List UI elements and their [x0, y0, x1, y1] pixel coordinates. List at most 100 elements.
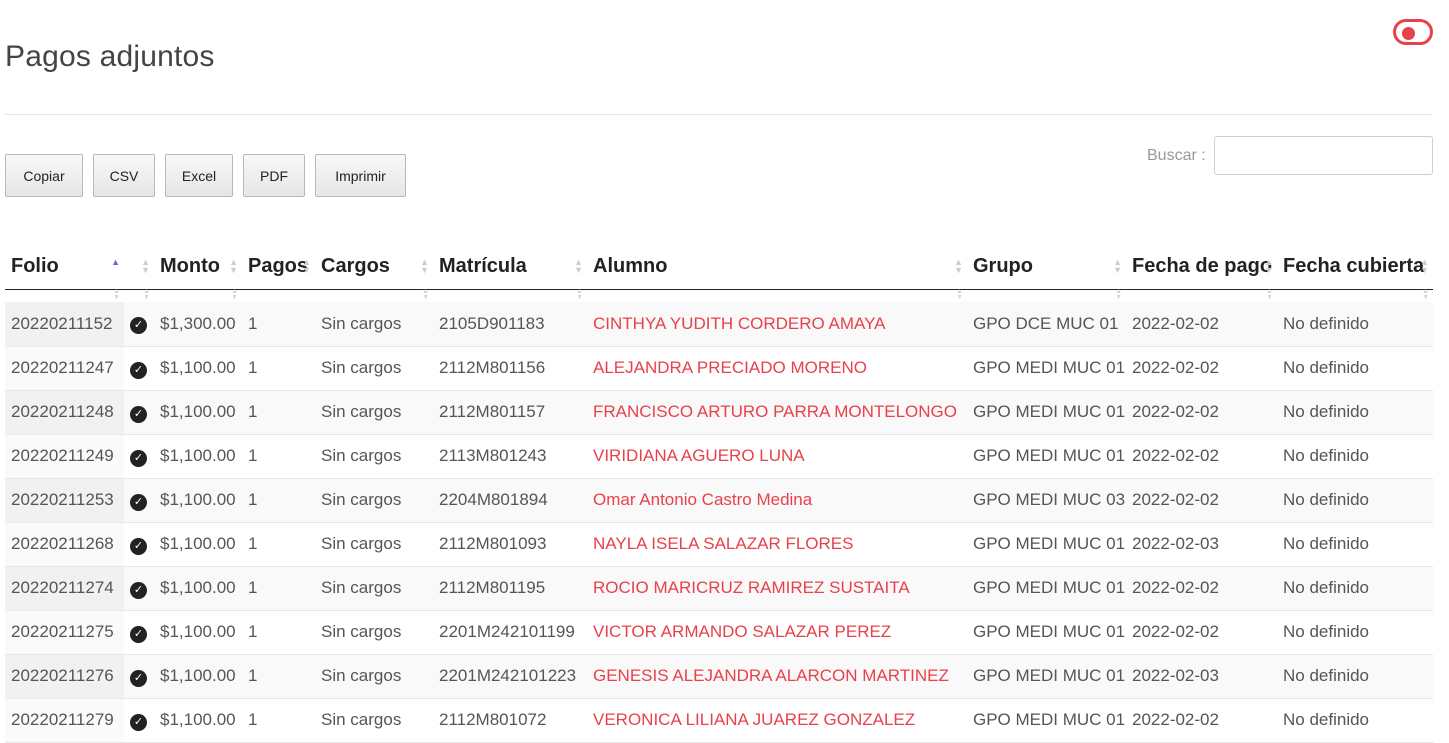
cargos-cell: Sin cargos	[315, 522, 433, 567]
table-row[interactable]: 20220211248 ✓ $1,100.00 1 Sin cargos 2112M801…	[5, 390, 1433, 435]
column-filter[interactable]: ▲ ▼	[433, 287, 587, 302]
sort-icon: ▲ ▼	[576, 287, 583, 301]
fecha-cubierta-cell: No definido	[1277, 346, 1433, 391]
sort-icon: ▲ ▼	[422, 287, 429, 301]
matricula-cell: 2201M242101199	[433, 610, 587, 655]
sort-icon: ▲ ▼	[302, 257, 311, 275]
grupo-cell: GPO MEDI MUC 01	[967, 390, 1126, 435]
column-header-fecha-pago[interactable]: Fecha de pago ▲ ▼	[1126, 245, 1277, 290]
alumno-link[interactable]: FRANCISCO ARTURO PARRA MONTELONGO	[587, 390, 967, 435]
fecha-pago-cell: 2022-02-02	[1126, 302, 1277, 347]
status-cell: ✓	[124, 302, 154, 347]
sort-icon: ▲ ▼	[1113, 257, 1122, 275]
fecha-cubierta-cell: No definido	[1277, 566, 1433, 611]
column-header-alumno[interactable]: Alumno ▲ ▼	[587, 245, 967, 290]
pagos-cell: 1	[242, 390, 315, 435]
folio-cell: 20220211253	[5, 478, 124, 523]
column-header-monto[interactable]: Monto ▲ ▼	[154, 245, 242, 290]
column-filter[interactable]: ▲ ▼	[967, 288, 1126, 302]
column-filter[interactable]: ▲ ▼	[587, 288, 967, 302]
alumno-link[interactable]: NAYLA ISELA SALAZAR FLORES	[587, 522, 967, 567]
alumno-link[interactable]: VERONICA LILIANA JUAREZ GONZALEZ	[587, 698, 967, 743]
column-filter[interactable]: ▲ ▼	[124, 288, 154, 302]
column-filter[interactable]: ▲ ▼	[1277, 288, 1433, 302]
column-header-cargos[interactable]: Cargos ▲ ▼	[315, 245, 433, 290]
fecha-cubierta-cell: No definido	[1277, 654, 1433, 699]
folio-cell: 20220211279	[5, 698, 124, 743]
matricula-cell: 2201M242101223	[433, 654, 587, 699]
monto-cell: $1,100.00	[154, 522, 242, 567]
column-header-pagos[interactable]: Pagos ▲ ▼	[242, 245, 315, 290]
column-filter[interactable]: ▲ ▼	[5, 287, 124, 302]
status-cell: ✓	[124, 522, 154, 567]
fecha-cubierta-cell: No definido	[1277, 522, 1433, 567]
monto-cell: $1,100.00	[154, 346, 242, 391]
matricula-cell: 2112M801093	[433, 522, 587, 567]
folio-cell: 20220211248	[5, 390, 124, 435]
print-button[interactable]: Imprimir	[315, 154, 406, 197]
alumno-link[interactable]: ALEJANDRA PRECIADO MORENO	[587, 346, 967, 391]
alumno-link[interactable]: ROCIO MARICRUZ RAMIREZ SUSTAITA	[587, 566, 967, 611]
status-cell: ✓	[124, 654, 154, 699]
fecha-pago-cell: 2022-02-02	[1126, 610, 1277, 655]
grupo-cell: GPO MEDI MUC 01	[967, 434, 1126, 479]
column-header-label: Monto	[160, 255, 220, 278]
sort-icon: ▲ ▼	[1420, 257, 1429, 275]
column-filter[interactable]: ▲ ▼	[315, 287, 433, 302]
table-row[interactable]: 20220211274 ✓ $1,100.00 1 Sin cargos 2112M801…	[5, 566, 1433, 611]
pagos-cell: 1	[242, 698, 315, 743]
csv-button[interactable]: CSV	[93, 154, 155, 197]
alumno-link[interactable]: VICTOR ARMANDO SALAZAR PEREZ	[587, 610, 967, 655]
fecha-pago-cell: 2022-02-03	[1126, 522, 1277, 567]
sort-icon: ▲ ▼	[113, 287, 120, 301]
column-header-label: Cargos	[321, 255, 390, 278]
column-header-status[interactable]: ▲ ▼	[124, 245, 154, 290]
column-header-folio[interactable]: Folio ▲	[5, 245, 124, 290]
table-row[interactable]: 20220211275 ✓ $1,100.00 1 Sin cargos 2201M242…	[5, 610, 1433, 655]
pagos-cell: 1	[242, 522, 315, 567]
column-filter[interactable]: ▲ ▼	[154, 288, 242, 302]
check-circle-icon: ✓	[130, 537, 147, 555]
table-row[interactable]: 20220211276 ✓ $1,100.00 1 Sin cargos 2201M242…	[5, 654, 1433, 699]
pagos-cell: 1	[242, 654, 315, 699]
payments-table: Folio ▲ ▲ ▼ Monto ▲ ▼ Pagos ▲ ▼ Cargos ▲ ▼ Matrí…	[5, 245, 1433, 743]
matricula-cell: 2112M801195	[433, 566, 587, 611]
alumno-link[interactable]: CINTHYA YUDITH CORDERO AMAYA	[587, 302, 967, 347]
alumno-link[interactable]: Omar Antonio Castro Medina	[587, 478, 967, 523]
table-header-row: Folio ▲ ▲ ▼ Monto ▲ ▼ Pagos ▲ ▼ Cargos ▲ ▼ Matrí…	[5, 245, 1433, 290]
alumno-link[interactable]: VIRIDIANA AGUERO LUNA	[587, 434, 967, 479]
excel-button[interactable]: Excel	[165, 154, 233, 197]
table-row[interactable]: 20220211152 ✓ $1,300.00 1 Sin cargos 2105D901…	[5, 302, 1433, 347]
folio-cell: 20220211247	[5, 346, 124, 391]
table-row[interactable]: 20220211268 ✓ $1,100.00 1 Sin cargos 2112M801…	[5, 522, 1433, 567]
search-input[interactable]	[1214, 136, 1433, 175]
column-header-matricula[interactable]: Matrícula ▲ ▼	[433, 245, 587, 290]
monto-cell: $1,100.00	[154, 478, 242, 523]
table-row[interactable]: 20220211249 ✓ $1,100.00 1 Sin cargos 2113M801…	[5, 434, 1433, 479]
column-header-fecha-cubierta[interactable]: Fecha cubierta ▲ ▼	[1277, 245, 1433, 290]
export-toolbar: Copiar CSV Excel PDF Imprimir	[5, 154, 416, 197]
toggle-switch[interactable]	[1393, 19, 1433, 45]
table-row[interactable]: 20220211279 ✓ $1,100.00 1 Sin cargos 2112M801…	[5, 698, 1433, 743]
pagos-cell: 1	[242, 610, 315, 655]
column-filter[interactable]: ▲ ▼	[1126, 288, 1277, 302]
status-cell: ✓	[124, 478, 154, 523]
table-row[interactable]: 20220211253 ✓ $1,100.00 1 Sin cargos 2204M801…	[5, 478, 1433, 523]
toggle-on-icon	[1402, 27, 1415, 40]
grupo-cell: GPO MEDI MUC 01	[967, 610, 1126, 655]
matricula-cell: 2112M801156	[433, 346, 587, 391]
column-header-grupo[interactable]: Grupo ▲ ▼	[967, 245, 1126, 290]
column-filter[interactable]	[242, 289, 315, 302]
copy-button[interactable]: Copiar	[5, 154, 83, 197]
pdf-button[interactable]: PDF	[243, 154, 305, 197]
check-circle-icon: ✓	[130, 405, 147, 423]
alumno-link[interactable]: GENESIS ALEJANDRA ALARCON MARTINEZ	[587, 654, 967, 699]
check-circle-icon: ✓	[130, 713, 147, 731]
pagos-cell: 1	[242, 478, 315, 523]
folio-cell: 20220211276	[5, 654, 124, 699]
table-row[interactable]: 20220211247 ✓ $1,100.00 1 Sin cargos 2112M801…	[5, 346, 1433, 391]
check-circle-icon: ✓	[130, 361, 147, 379]
cargos-cell: Sin cargos	[315, 346, 433, 391]
folio-cell: 20220211152	[5, 302, 124, 347]
matricula-cell: 2112M801072	[433, 698, 587, 743]
